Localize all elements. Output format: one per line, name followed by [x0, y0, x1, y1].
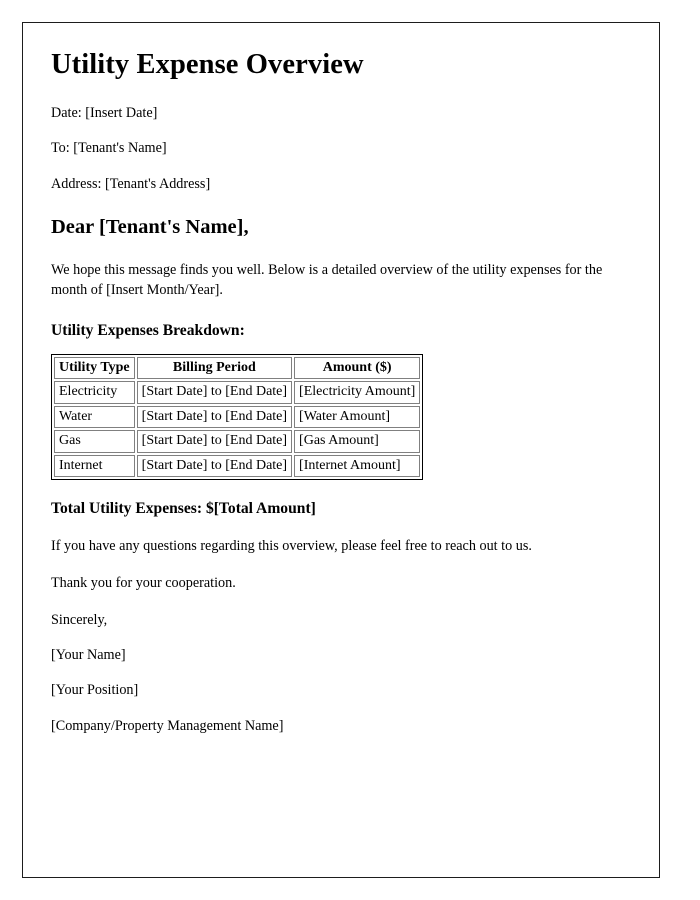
cell-billing-period: [Start Date] to [End Date] [136, 405, 293, 429]
cell-utility-type: Internet [54, 454, 135, 478]
signature-name: [Your Name] [51, 646, 126, 663]
table-row: Water [Start Date] to [End Date] [Water … [54, 405, 421, 429]
breakdown-heading: Utility Expenses Breakdown: [51, 322, 245, 340]
cell-utility-type: Gas [54, 430, 135, 453]
page-title: Utility Expense Overview [51, 49, 364, 80]
cell-amount: [Water Amount] [294, 405, 421, 429]
document-content: Utility Expense Overview Date: [Insert D… [23, 23, 659, 735]
table-row: Internet [Start Date] to [End Date] [Int… [54, 454, 421, 478]
table-body: Electricity [Start Date] to [End Date] [… [54, 381, 421, 478]
cell-utility-type: Water [54, 405, 135, 429]
meta-recipient: To: [Tenant's Name] [51, 140, 167, 157]
cell-amount: [Internet Amount] [294, 454, 421, 478]
column-header-utility-type: Utility Type [54, 356, 135, 380]
table-row: Gas [Start Date] to [End Date] [Gas Amou… [54, 430, 421, 453]
document-meta-block: Date: [Insert Date] To: [Tenant's Name] … [51, 104, 631, 193]
column-header-amount: Amount ($) [294, 356, 421, 380]
document-page: Utility Expense Overview Date: [Insert D… [22, 22, 660, 878]
closing-paragraph-thanks: Thank you for your cooperation. [51, 574, 236, 591]
cell-billing-period: [Start Date] to [End Date] [136, 381, 293, 404]
cell-billing-period: [Start Date] to [End Date] [136, 430, 293, 453]
table-row: Electricity [Start Date] to [End Date] [… [54, 381, 421, 404]
cell-amount: [Gas Amount] [294, 430, 421, 453]
meta-address: Address: [Tenant's Address] [51, 175, 211, 192]
cell-utility-type: Electricity [54, 381, 135, 404]
table-head: Utility Type Billing Period Amount ($) [54, 356, 421, 380]
cell-billing-period: [Start Date] to [End Date] [136, 454, 293, 478]
intro-paragraph: We hope this message finds you well. Bel… [51, 261, 603, 298]
total-utility-expenses: Total Utility Expenses: $[Total Amount] [51, 500, 316, 518]
signature-position: [Your Position] [51, 682, 139, 699]
utility-expense-table: Utility Type Billing Period Amount ($) E… [51, 353, 424, 481]
meta-date: Date: [Insert Date] [51, 104, 158, 121]
cell-amount: [Electricity Amount] [294, 381, 421, 404]
table-header-row: Utility Type Billing Period Amount ($) [54, 356, 421, 380]
signature-block: Sincerely, [Your Name] [Your Position] [… [51, 611, 631, 736]
salutation-heading: Dear [Tenant's Name], [51, 216, 249, 239]
closing-paragraph-questions: If you have any questions regarding this… [51, 537, 532, 554]
signature-company: [Company/Property Management Name] [51, 717, 284, 734]
signature-closing: Sincerely, [51, 611, 108, 628]
column-header-billing-period: Billing Period [136, 356, 293, 380]
